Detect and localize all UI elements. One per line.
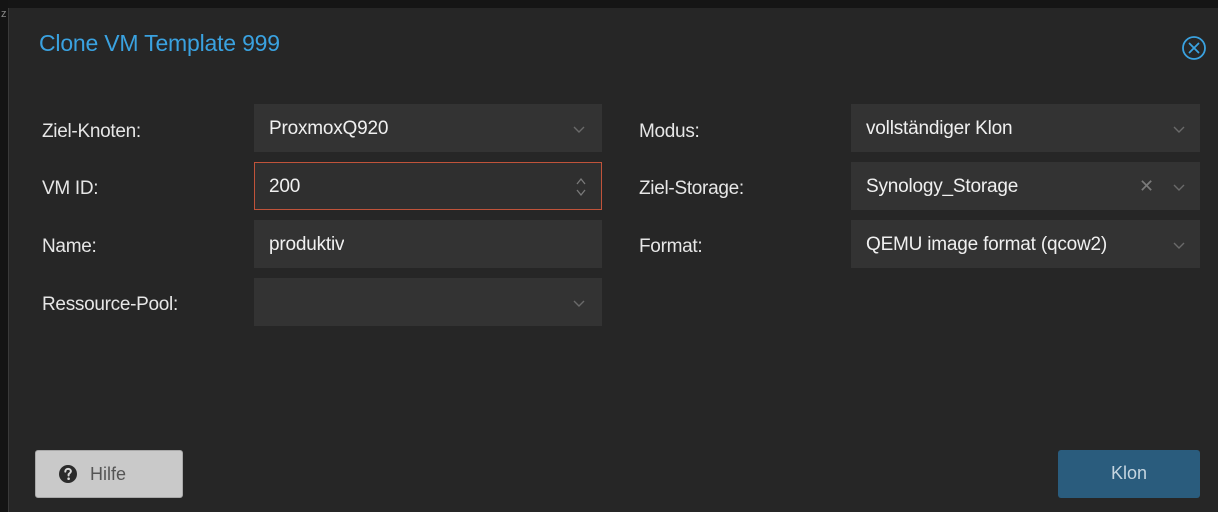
chevron-down-icon[interactable] <box>1171 238 1187 252</box>
help-button-label: Hilfe <box>90 464 127 484</box>
clear-x-icon[interactable]: ✕ <box>1139 176 1154 196</box>
chevron-down-icon[interactable] <box>571 122 587 136</box>
vm-id-label: VM ID: <box>42 178 99 199</box>
help-button[interactable]: Hilfe <box>35 450 183 498</box>
background-strip <box>0 0 1218 8</box>
clone-button[interactable]: Klon <box>1058 450 1200 498</box>
mode-select[interactable]: vollständiger Klon <box>851 104 1200 152</box>
vm-id-input[interactable]: 200 <box>254 162 602 210</box>
chevron-down-icon[interactable] <box>1171 180 1187 194</box>
target-node-label: Ziel-Knoten: <box>42 121 141 142</box>
format-value: QEMU image format (qcow2) <box>866 234 1108 255</box>
name-input[interactable]: produktiv <box>254 220 602 268</box>
resource-pool-label: Ressource-Pool: <box>42 294 178 315</box>
background-char: z <box>1 8 7 20</box>
target-storage-select[interactable]: Synology_Storage ✕ <box>851 162 1200 210</box>
format-select[interactable]: QEMU image format (qcow2) <box>851 220 1200 268</box>
chevron-down-icon[interactable] <box>1171 122 1187 136</box>
resource-pool-select[interactable] <box>254 278 602 326</box>
target-storage-value: Synology_Storage <box>866 176 1019 197</box>
target-node-select[interactable]: ProxmoxQ920 <box>254 104 602 152</box>
clone-vm-dialog: Clone VM Template 999 Ziel-Knoten: Proxm… <box>8 8 1218 512</box>
format-label: Format: <box>639 236 703 257</box>
vm-id-value: 200 <box>269 176 301 197</box>
mode-value: vollständiger Klon <box>866 118 1013 139</box>
chevron-down-icon[interactable] <box>571 296 587 310</box>
mode-label: Modus: <box>639 121 700 142</box>
name-value: produktiv <box>269 234 345 255</box>
target-node-value: ProxmoxQ920 <box>269 118 389 139</box>
close-icon[interactable] <box>1180 34 1208 62</box>
name-label: Name: <box>42 236 97 257</box>
spinner-arrows-icon[interactable] <box>573 173 589 201</box>
question-circle-icon <box>58 464 78 484</box>
clone-button-label: Klon <box>1110 463 1148 483</box>
background-edge <box>0 0 8 512</box>
target-storage-label: Ziel-Storage: <box>639 178 744 199</box>
dialog-title: Clone VM Template 999 <box>39 30 280 56</box>
dialog-header: Clone VM Template 999 <box>9 8 1218 86</box>
